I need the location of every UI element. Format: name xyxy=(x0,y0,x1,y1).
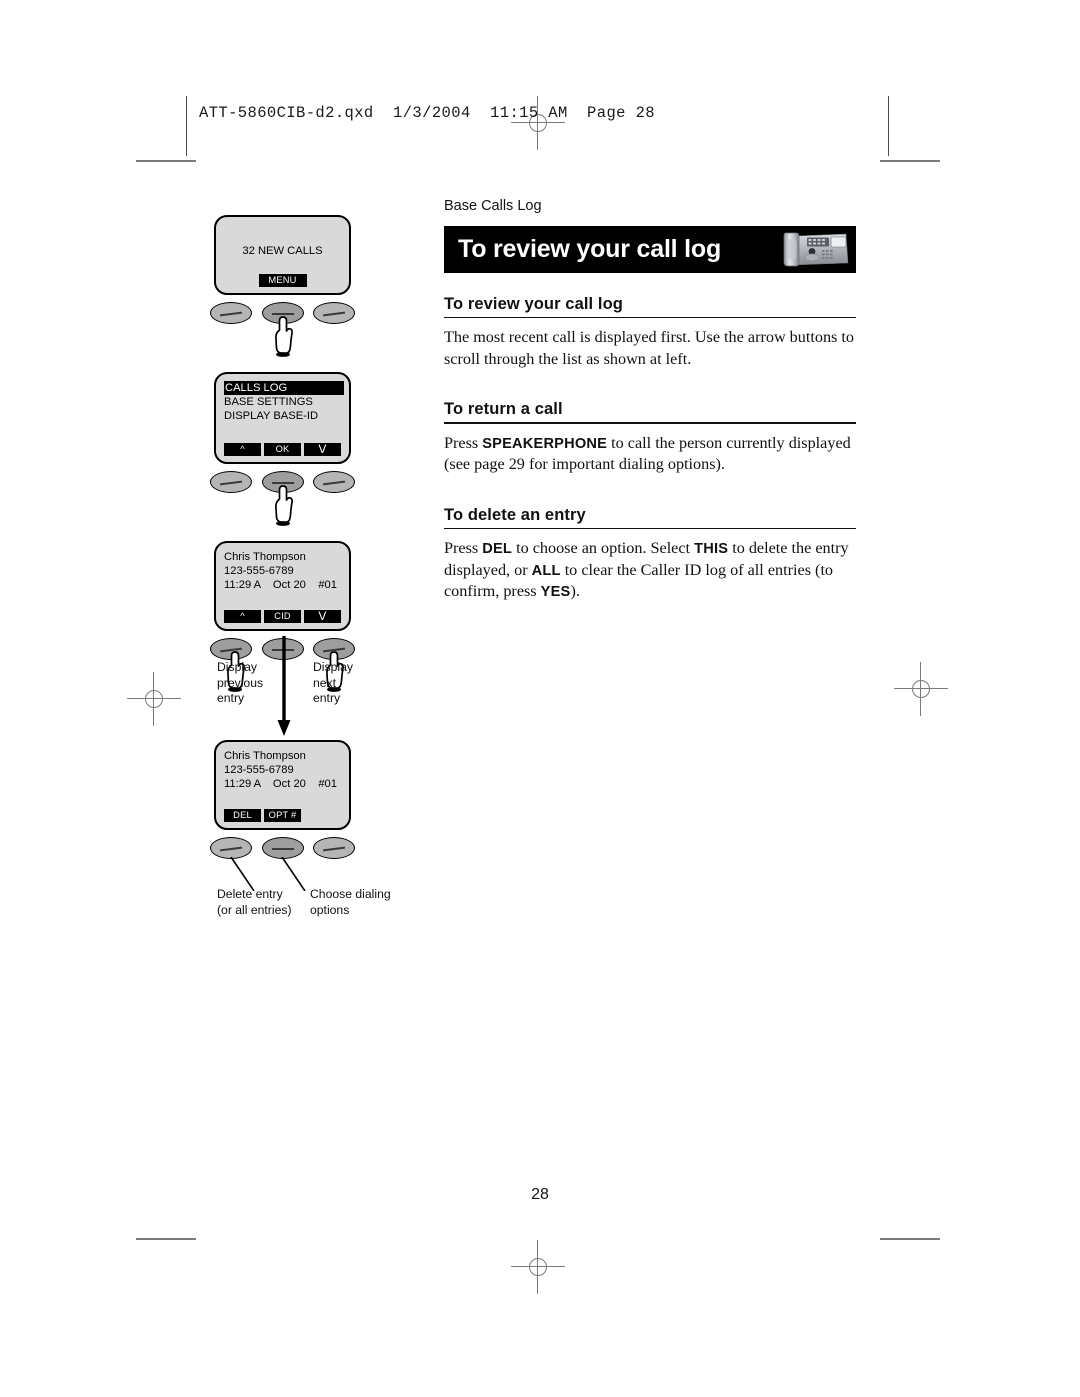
lcd-line: 123-555-6789 xyxy=(224,565,294,578)
section-body-delete: Press DEL to choose an option. Select TH… xyxy=(444,539,849,601)
softkey-empty xyxy=(304,809,341,822)
soft-button-right[interactable] xyxy=(313,837,355,859)
button-row-1 xyxy=(210,302,355,357)
section-kicker: Base Calls Log xyxy=(444,198,542,214)
lcd-line: DISPLAY BASE-ID xyxy=(224,410,319,423)
caption-choose-dialing: Choose dialing options xyxy=(310,887,391,917)
illustration-column-lower: Chris Thompson 123-555-6789 11:29 A Oct … xyxy=(210,740,434,863)
section-body-return: Press SPEAKERPHONE to call the person cu… xyxy=(444,433,851,474)
button-row-2 xyxy=(210,471,355,526)
section-rule xyxy=(444,527,856,530)
registration-mark-right xyxy=(894,662,948,716)
crop-mark-top-right xyxy=(880,160,940,162)
section-heading-delete: To delete an entry xyxy=(444,505,586,524)
lcd-line: 123-555-6789 xyxy=(224,764,294,777)
lcd-line: 11:29 A Oct 20 #01 xyxy=(224,579,337,592)
caption-display-next: Display next entry xyxy=(313,660,353,706)
section-rule xyxy=(444,317,856,319)
phone-base-unit-icon xyxy=(780,229,852,270)
content-column: Base Calls Log To review your call log T… xyxy=(444,198,856,633)
lcd-line: Chris Thompson xyxy=(224,750,306,762)
caption-delete-entry: Delete entry (or all entries) xyxy=(217,887,292,917)
soft-button-right[interactable] xyxy=(313,471,355,493)
lcd-line: Chris Thompson xyxy=(224,551,306,563)
section-heading-review: To review your call log xyxy=(444,295,623,313)
softkey-down[interactable]: V xyxy=(304,443,341,456)
pointing-hand-icon xyxy=(270,315,300,357)
softkey-up[interactable]: ^ xyxy=(224,610,261,623)
section-heading-return: To return a call xyxy=(444,400,563,419)
page-number: 28 xyxy=(531,1186,549,1203)
pointing-hand-icon xyxy=(270,484,300,526)
lcd-line-text: CALLS LOG xyxy=(224,381,344,396)
lcd-line: 32 NEW CALLS xyxy=(242,245,323,257)
soft-button-left[interactable] xyxy=(210,837,252,859)
lcd-line: BASE SETTINGS xyxy=(224,396,313,409)
lcd-screen-new-calls: 32 NEW CALLS MENU xyxy=(214,215,351,295)
lcd-line-highlighted: CALLS LOG xyxy=(224,381,344,396)
softkey-del[interactable]: DEL xyxy=(224,809,261,822)
softkey-cid[interactable]: CID xyxy=(264,610,301,623)
section-rule xyxy=(444,422,856,424)
lcd-softkey-row: ^ CID V xyxy=(224,610,341,623)
crop-mark-bottom-right xyxy=(880,1238,940,1240)
softkey-up[interactable]: ^ xyxy=(224,443,261,456)
lcd-screen-menu-list: CALLS LOG BASE SETTINGS DISPLAY BASE-ID … xyxy=(214,372,351,464)
softkey-opt[interactable]: OPT # xyxy=(264,809,301,822)
soft-button-left[interactable] xyxy=(210,302,252,324)
softkey-menu[interactable]: MENU xyxy=(258,274,307,287)
banner-title: To review your call log xyxy=(458,235,722,263)
lcd-softkey-row: ^ OK V xyxy=(224,443,341,456)
crop-mark-bottom-left xyxy=(136,1238,196,1240)
lcd-screen-cid-delete: Chris Thompson 123-555-6789 11:29 A Oct … xyxy=(214,740,351,830)
chapter-banner: To review your call log xyxy=(444,226,856,273)
crop-mark-top-left xyxy=(136,160,196,162)
registration-mark-left xyxy=(127,672,181,726)
soft-button-right[interactable] xyxy=(313,302,355,324)
soft-button-middle[interactable] xyxy=(262,837,304,859)
caption-display-previous: Display previous entry xyxy=(217,660,264,706)
header-left-divider xyxy=(186,96,187,156)
lcd-line: 11:29 A Oct 20 #01 xyxy=(224,778,337,791)
document-header-line: ATT-5860CIB-d2.qxd 1/3/2004 11:15 AM Pag… xyxy=(199,104,655,122)
lcd-screen-cid-entry: Chris Thompson 123-555-6789 11:29 A Oct … xyxy=(214,541,351,631)
softkey-down[interactable]: V xyxy=(304,610,341,623)
lcd-softkey-row: DEL OPT # xyxy=(224,809,341,822)
lcd-softkey-row: MENU xyxy=(224,274,341,287)
illustration-column: 32 NEW CALLS MENU CALLS LOG BASE SETTING… xyxy=(210,215,434,692)
soft-button-left[interactable] xyxy=(210,471,252,493)
registration-mark-bottom-center xyxy=(511,1240,565,1294)
softkey-ok[interactable]: OK xyxy=(264,443,301,456)
section-body-review: The most recent call is displayed first.… xyxy=(444,328,854,368)
header-right-divider xyxy=(888,96,889,156)
